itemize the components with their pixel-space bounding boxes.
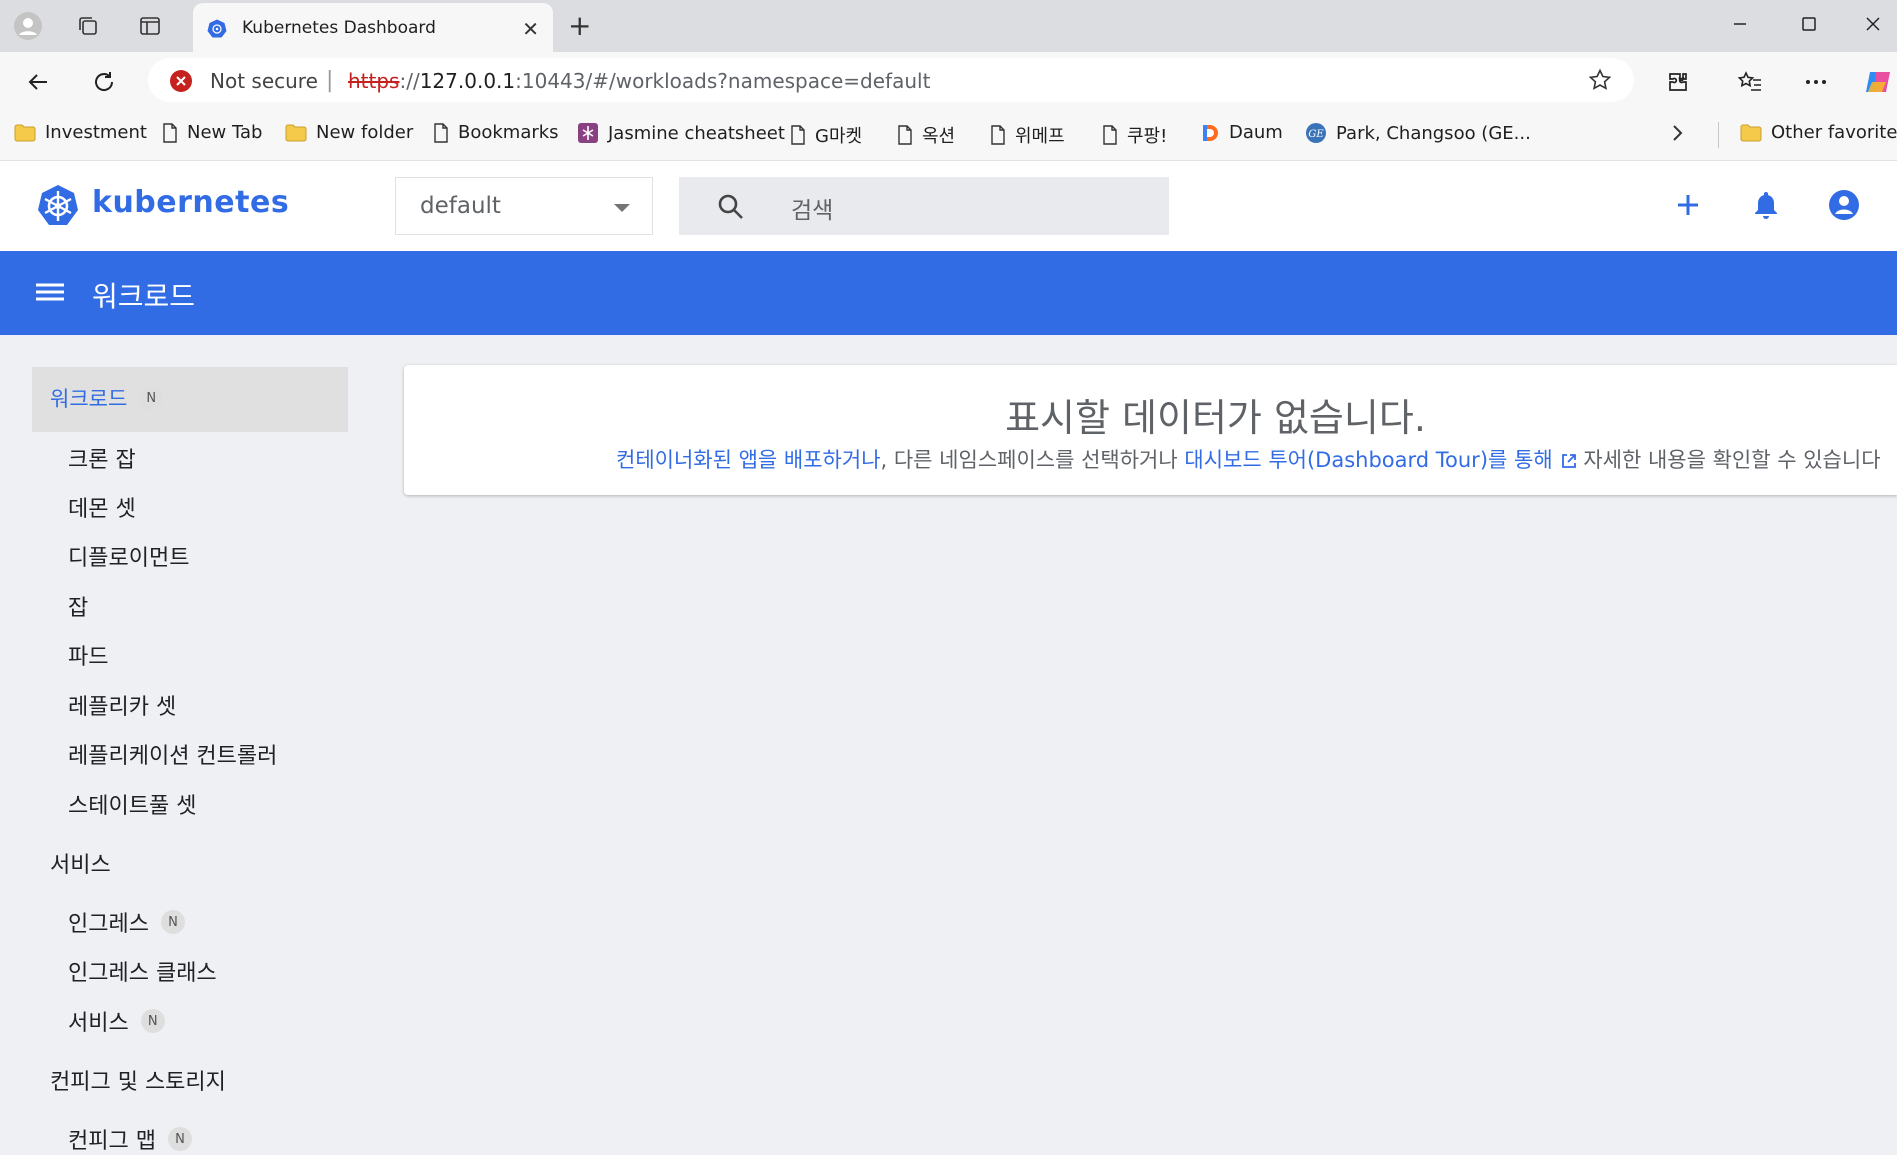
empty-state-message: 컨테이너화된 앱을 배포하거나 , 다른 네임스페이스를 선택하거나 대시보드 …	[616, 444, 1881, 474]
svg-text:GE: GE	[1308, 129, 1324, 140]
search-input[interactable]: 검색	[679, 177, 1169, 235]
sidebar-item-daemonsets[interactable]: 데몬 셋	[68, 491, 136, 523]
sidebar-item-ingresses[interactable]: 인그레스 N	[68, 906, 185, 938]
back-arrow-icon[interactable]	[18, 62, 58, 102]
sidebar-section-service[interactable]: 서비스	[50, 847, 111, 879]
new-badge: N	[160, 910, 185, 934]
sidebar-item-replication-controllers[interactable]: 레플리케이션 컨트롤러	[68, 738, 277, 770]
notifications-bell-icon[interactable]	[1746, 185, 1786, 225]
new-tab-icon[interactable]: +	[568, 12, 591, 40]
bookmarks-divider	[1718, 122, 1719, 148]
open-in-new-icon[interactable]	[1561, 453, 1577, 469]
window-close-icon[interactable]	[1849, 6, 1897, 42]
empty-state-title: 표시할 데이터가 없습니다.	[1005, 396, 1426, 440]
namespace-select[interactable]: default	[395, 177, 653, 235]
minimize-icon[interactable]	[1710, 6, 1770, 42]
extensions-icon[interactable]	[1658, 62, 1698, 102]
page-icon	[163, 122, 177, 143]
security-label[interactable]: Not secure	[210, 69, 318, 93]
bookmark-other-favorites[interactable]: Other favorites	[1740, 122, 1897, 143]
folder-icon	[14, 124, 36, 141]
profile-icon[interactable]	[8, 8, 48, 44]
sidebar-nav: 워크로드 N 크론 잡 데몬 셋 디플로이먼트 잡 파드 레플리카 셋 레플리케…	[0, 335, 378, 1155]
sidebar-item-statefulsets[interactable]: 스테이트풀 셋	[68, 788, 196, 820]
hamburger-menu-icon[interactable]	[36, 277, 64, 307]
search-icon	[717, 193, 745, 221]
sidebar-item-services[interactable]: 서비스 N	[68, 1005, 165, 1037]
folder-icon	[285, 124, 307, 141]
bookmark-park-changsoo[interactable]: GE Park, Changsoo (GE...	[1305, 122, 1531, 144]
bookmark-new-tab[interactable]: New Tab	[162, 122, 262, 143]
favorites-list-icon[interactable]	[1730, 62, 1770, 102]
address-bar[interactable]: Not secure | https://127.0.0.1:10443/#/w…	[148, 58, 1634, 102]
bookmarks-bar: Investment New Tab New folder Bookmarks …	[0, 110, 1897, 161]
bookmark-wemakeprice[interactable]: 위메프	[990, 122, 1065, 148]
ge-icon: GE	[1306, 123, 1326, 143]
browser-tab-strip: Kubernetes Dashboard ✕ +	[0, 0, 1897, 52]
tab-title: Kubernetes Dashboard	[242, 18, 436, 38]
bookmark-investment[interactable]: Investment	[14, 122, 147, 143]
page-icon	[1103, 125, 1117, 145]
page-icon	[991, 125, 1005, 145]
account-circle-icon[interactable]	[1824, 185, 1864, 225]
page-icon	[898, 125, 912, 145]
deploy-app-link[interactable]: 컨테이너화된 앱을 배포하거나	[616, 444, 881, 474]
new-badge: N	[167, 1127, 192, 1151]
folder-icon	[1740, 124, 1762, 141]
empty-state-text-2: 자세한 내용을 확인할 수 있습니다	[1576, 448, 1881, 472]
page-title: 워크로드	[92, 280, 196, 313]
copilot-icon[interactable]	[1858, 62, 1897, 102]
sidebar-item-ingress-classes[interactable]: 인그레스 클래스	[68, 955, 217, 987]
new-badge: N	[139, 386, 164, 410]
daum-icon	[1203, 124, 1218, 141]
kubernetes-logo-icon[interactable]	[36, 184, 80, 228]
sidebar-item-pods[interactable]: 파드	[68, 639, 108, 671]
search-placeholder: 검색	[791, 198, 834, 224]
more-menu-icon[interactable]	[1796, 62, 1836, 102]
favorite-star-icon[interactable]	[1588, 68, 1612, 92]
new-badge: N	[140, 1009, 165, 1033]
page-toolbar: 워크로드	[0, 251, 1897, 335]
sidebar-item-jobs[interactable]: 잡	[68, 590, 88, 622]
empty-state-text-1: , 다른 네임스페이스를 선택하거나	[880, 448, 1185, 472]
workspaces-icon[interactable]	[68, 8, 108, 44]
page-icon	[434, 122, 448, 143]
sidebar-item-configmaps[interactable]: 컨피그 맵 N	[68, 1123, 192, 1155]
bookmark-coupang[interactable]: 쿠팡!	[1102, 122, 1167, 148]
bookmark-jasmine-cheatsheet[interactable]: Jasmine cheatsheet	[577, 122, 785, 144]
maximize-icon[interactable]	[1779, 6, 1839, 42]
tab-close-icon[interactable]: ✕	[522, 17, 539, 41]
bookmarks-overflow-chevron-icon[interactable]	[1672, 124, 1684, 142]
sidebar-item-replicasets[interactable]: 레플리카 셋	[68, 689, 176, 721]
vertical-tabs-icon[interactable]	[130, 8, 170, 44]
sidebar-section-config-storage[interactable]: 컨피그 및 스토리지	[50, 1064, 226, 1096]
bookmark-new-folder[interactable]: New folder	[285, 122, 413, 143]
dashboard-tour-link[interactable]: 대시보드 투어(Dashboard Tour)를 통해	[1184, 444, 1552, 474]
browser-tab-active[interactable]: Kubernetes Dashboard ✕	[193, 3, 553, 52]
bookmark-auction[interactable]: 옥션	[897, 122, 955, 148]
url-text[interactable]: https://127.0.0.1:10443/#/workloads?name…	[348, 69, 930, 93]
jasmine-icon	[578, 123, 598, 143]
bookmark-daum[interactable]: Daum	[1200, 122, 1283, 143]
kubernetes-favicon-icon	[207, 19, 227, 39]
empty-state-card: 표시할 데이터가 없습니다. 컨테이너화된 앱을 배포하거나 , 다른 네임스페…	[404, 365, 1897, 495]
reload-icon[interactable]	[84, 62, 124, 102]
app-header: kubernetes default 검색	[0, 161, 1897, 251]
create-plus-icon[interactable]	[1668, 185, 1708, 225]
brand-name[interactable]: kubernetes	[92, 185, 289, 220]
browser-toolbar: Not secure | https://127.0.0.1:10443/#/w…	[0, 52, 1897, 110]
namespace-value: default	[420, 193, 501, 219]
dropdown-caret-icon	[614, 204, 630, 212]
sidebar-item-deployments[interactable]: 디플로이먼트	[68, 540, 189, 572]
page-icon	[791, 125, 805, 145]
bookmark-bookmarks[interactable]: Bookmarks	[433, 122, 559, 143]
bookmark-gmarket[interactable]: G마켓	[790, 122, 862, 148]
not-secure-icon[interactable]	[170, 70, 192, 92]
sidebar-item-workloads[interactable]: 워크로드 N	[50, 383, 164, 413]
sidebar-item-cronjobs[interactable]: 크론 잡	[68, 442, 136, 474]
address-separator: |	[326, 68, 334, 93]
